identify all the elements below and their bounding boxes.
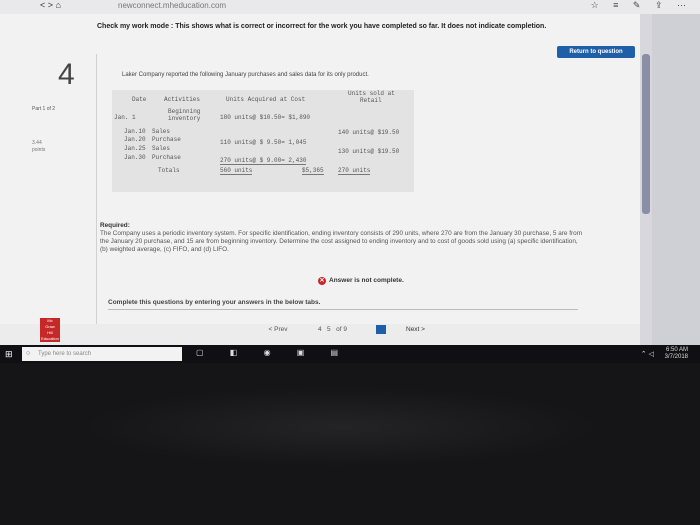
question-number: 4 — [58, 58, 75, 91]
clock-date: 3/7/2018 — [664, 354, 688, 360]
windows-start-icon[interactable]: ⊞ — [5, 349, 15, 359]
mcgraw-hill-logo: Mc Graw Hill Education — [40, 318, 60, 342]
question-grid-icon[interactable] — [376, 325, 386, 334]
row-date: Jan.10 — [124, 128, 146, 135]
inventory-table: Date Activities Units Acquired at Cost U… — [112, 90, 414, 192]
required-label: Required: — [100, 222, 130, 229]
row-activity: Beginning inventory — [168, 108, 201, 122]
row-activity: Purchase — [152, 136, 181, 143]
system-tray-icons[interactable]: ⌃ ◁ — [641, 350, 654, 358]
points-label: 3.44 points — [32, 140, 45, 154]
next-button[interactable]: Next > — [406, 323, 446, 336]
address-bar[interactable]: newconnect.mheducation.com — [118, 1, 226, 10]
browser-toolbar: < > ⌂ newconnect.mheducation.com ☆ ≡ ✎ ⇪… — [0, 0, 700, 14]
totals-label: Totals — [158, 167, 180, 174]
totals-sold: 270 units — [338, 167, 371, 175]
page-current[interactable]: 4 — [318, 326, 322, 333]
page-next[interactable]: 5 — [327, 326, 331, 333]
answer-status: ✕ Answer is not complete. — [318, 277, 404, 285]
scrollbar[interactable] — [640, 14, 652, 351]
header-units-acquired: Units Acquired at Cost — [226, 96, 306, 103]
row-acquired: 270 units@ $ 9.00= 2,430 — [220, 157, 307, 165]
row-activity: Sales — [152, 145, 171, 152]
windows-taskbar: ⊞ ○ Type here to search ▢ ◧ ◉ ▣ ▤ ⌃ ◁ 6:… — [0, 345, 700, 363]
prev-button[interactable]: < Prev — [258, 323, 298, 336]
error-icon: ✕ — [318, 277, 326, 285]
complete-instruction: Complete this questions by entering your… — [108, 299, 321, 306]
row-acquired: 110 units@ $ 9.50= 1,045 — [220, 139, 307, 146]
part-label: Part 1 of 2 — [32, 106, 56, 112]
browser-nav-buttons[interactable]: < > ⌂ — [40, 0, 61, 10]
taskbar-app-icons[interactable]: ▢ ◧ ◉ ▣ ▤ — [196, 348, 350, 357]
row-acquired: 180 units@ $10.50= $1,890 — [220, 114, 311, 121]
window-edge — [652, 14, 700, 351]
answer-status-text: Answer is not complete. — [329, 277, 404, 284]
points-unit: points — [32, 147, 46, 153]
laptop-bezel — [0, 363, 700, 525]
row-sold: 130 units@ $19.50 — [338, 148, 400, 155]
totals-units: 560 units — [220, 167, 253, 175]
row-date: Jan. 1 — [114, 114, 136, 121]
return-to-question-button[interactable]: Return to question — [557, 46, 635, 58]
page-indicator: 4 5 of 9 — [318, 326, 347, 333]
page-total: of 9 — [336, 326, 347, 333]
scroll-thumb[interactable] — [642, 54, 650, 214]
screen-glare — [80, 387, 600, 467]
header-retail: Retail — [360, 97, 382, 104]
next-label: Next — [406, 326, 420, 333]
points-value: 3.44 — [32, 140, 42, 146]
row-activity: Purchase — [152, 154, 181, 161]
taskbar-search-input[interactable]: ○ Type here to search — [22, 347, 182, 361]
required-text: The Company uses a periodic inventory sy… — [100, 230, 583, 253]
divider — [96, 54, 97, 334]
divider — [108, 309, 578, 310]
clock-time: 6:50 AM — [665, 347, 688, 353]
search-placeholder: Type here to search — [38, 351, 92, 357]
header-activities: Activities — [164, 96, 201, 103]
header-date: Date — [132, 96, 147, 103]
row-date: Jan.25 — [124, 145, 146, 152]
browser-toolbar-icons[interactable]: ☆ ≡ ✎ ⇪ ⋯ — [591, 0, 692, 11]
search-icon: ○ — [26, 350, 31, 357]
question-prompt: Laker Company reported the following Jan… — [122, 72, 369, 78]
row-sold: 140 units@ $19.50 — [338, 129, 400, 136]
required-section: Required: The Company uses a periodic in… — [100, 222, 586, 254]
check-work-notice: Check my work mode : This shows what is … — [97, 23, 547, 30]
totals-cost: $5,365 — [302, 167, 324, 175]
prev-label: Prev — [274, 326, 288, 333]
header-units-sold: Units sold at — [348, 90, 395, 97]
clock[interactable]: 6:50 AM 3/7/2018 — [665, 347, 688, 361]
row-date: Jan.20 — [124, 136, 146, 143]
question-page: Check my work mode : This shows what is … — [0, 14, 640, 351]
row-date: Jan.30 — [124, 154, 146, 161]
row-activity: Sales — [152, 128, 171, 135]
